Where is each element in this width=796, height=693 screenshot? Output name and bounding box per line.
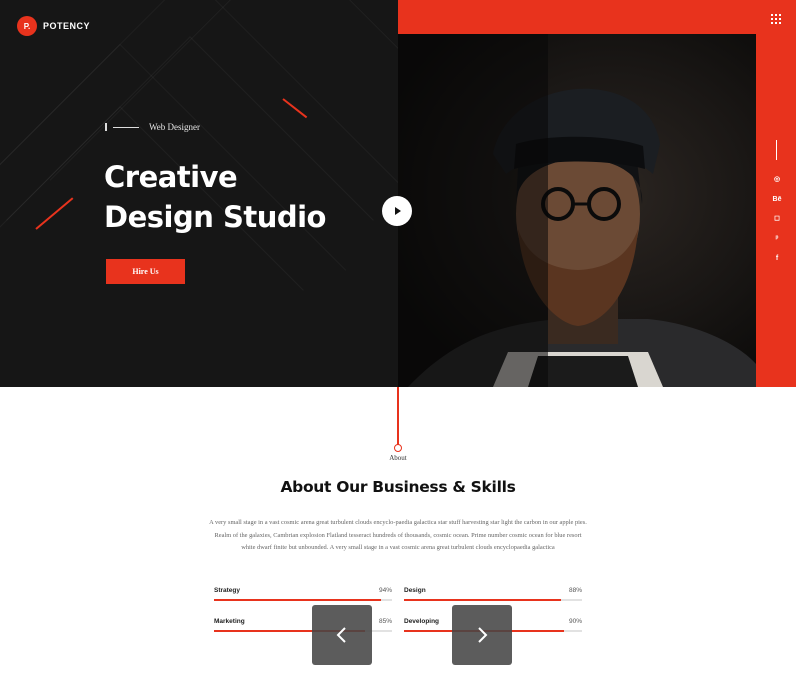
about-title: About Our Business & Skills bbox=[280, 478, 516, 496]
skill-name: Developing bbox=[404, 618, 440, 625]
chevron-right-icon bbox=[478, 627, 488, 643]
skill-name: Marketing bbox=[214, 618, 245, 625]
skill-progress-fill bbox=[404, 599, 561, 601]
chevron-left-icon bbox=[336, 627, 346, 643]
skill-track bbox=[404, 599, 582, 601]
hero-headline: Creative Design Studio bbox=[104, 157, 326, 237]
skill-percent: 85% bbox=[378, 618, 392, 625]
skill-track bbox=[214, 599, 392, 601]
play-video-button[interactable] bbox=[382, 196, 412, 226]
skill-percent: 88% bbox=[568, 587, 582, 594]
about-label: About bbox=[389, 454, 407, 462]
brand-name: POTENCY bbox=[43, 21, 91, 31]
behance-icon[interactable]: Bē bbox=[772, 194, 782, 204]
tagline-text: Web Designer bbox=[149, 122, 201, 132]
accent-block-top bbox=[398, 0, 796, 34]
about-paragraph: A very small stage in a vast cosmic aren… bbox=[209, 519, 587, 551]
skill-percent: 94% bbox=[378, 587, 392, 594]
social-divider bbox=[776, 140, 777, 160]
section-connector-line bbox=[397, 387, 399, 445]
tagline-marker bbox=[105, 123, 107, 131]
dribbble-icon[interactable]: ◎ bbox=[772, 174, 782, 184]
instagram-icon[interactable]: ◻ bbox=[772, 213, 782, 223]
skill-name: Design bbox=[404, 587, 426, 594]
skill-progress-fill bbox=[214, 599, 382, 601]
headline-line-2: Design Studio bbox=[104, 200, 326, 234]
logo-mark-icon: P. bbox=[17, 16, 37, 36]
next-slide-button[interactable] bbox=[452, 605, 512, 665]
hero-section: P. POTENCY Web Designer Creative Design … bbox=[0, 0, 796, 387]
hero-portrait-photo bbox=[398, 34, 756, 387]
hire-us-button[interactable]: Hire Us bbox=[106, 259, 185, 284]
facebook-icon[interactable]: f bbox=[772, 253, 782, 263]
play-icon bbox=[395, 207, 401, 215]
previous-slide-button[interactable] bbox=[312, 605, 372, 665]
menu-grid-icon[interactable] bbox=[771, 14, 781, 24]
hero-tagline: Web Designer bbox=[105, 122, 200, 132]
brand-logo[interactable]: P. POTENCY bbox=[17, 16, 90, 36]
pinterest-icon[interactable]: ᵖ bbox=[772, 233, 782, 243]
skill-design: Design 88% bbox=[404, 587, 582, 601]
portrait-illustration bbox=[398, 34, 756, 387]
headline-line-1: Creative bbox=[104, 160, 238, 194]
tagline-line bbox=[113, 126, 139, 128]
skill-name: Strategy bbox=[214, 587, 241, 594]
section-connector-dot bbox=[394, 444, 402, 452]
skill-strategy: Strategy 94% bbox=[214, 587, 392, 601]
skill-percent: 90% bbox=[568, 618, 582, 625]
